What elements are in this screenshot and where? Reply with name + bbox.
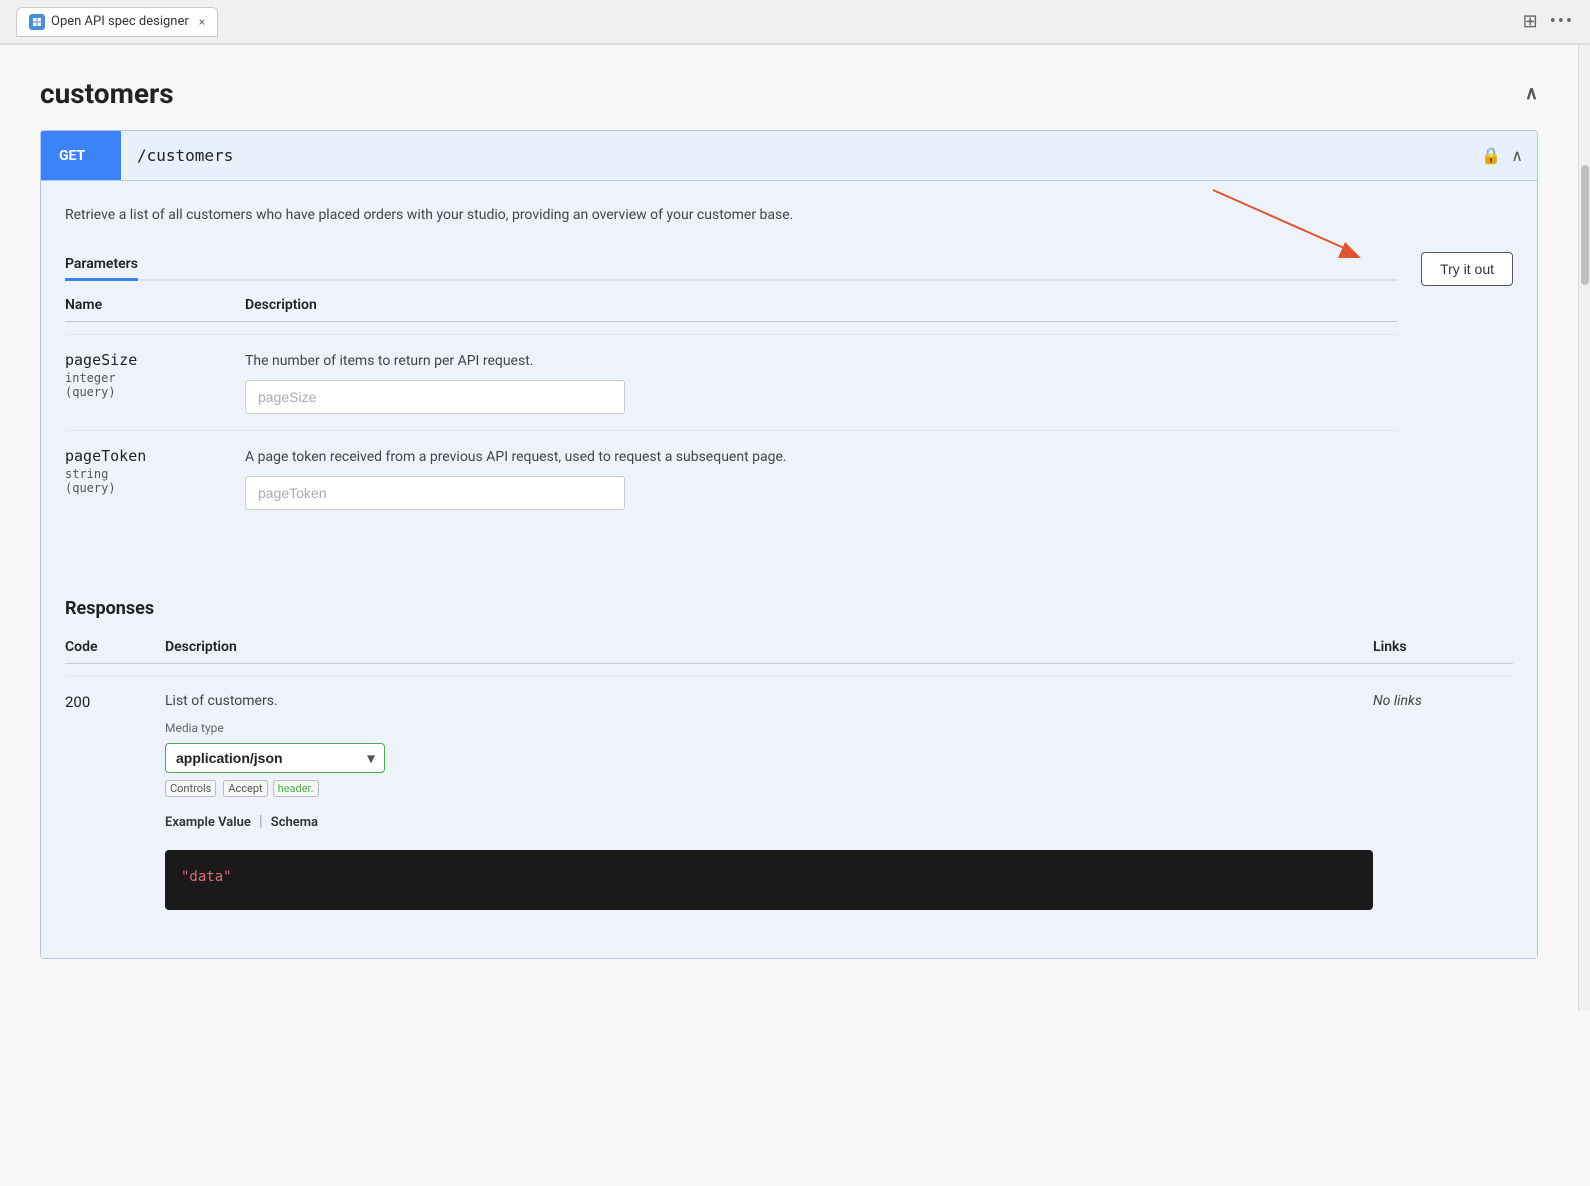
params-table: Name Description pageSize integer (query… bbox=[65, 297, 1397, 526]
endpoint-header: GET /customers 🔒 ∧ bbox=[41, 131, 1537, 181]
code-block: "data" bbox=[165, 850, 1373, 910]
browser-chrome: Open API spec designer × ⊞ ••• bbox=[0, 0, 1590, 44]
responses-title: Responses bbox=[65, 598, 1513, 619]
layout-icon[interactable]: ⊞ bbox=[1523, 11, 1538, 32]
endpoint-block: GET /customers 🔒 ∧ Retrieve a list of al… bbox=[40, 130, 1538, 959]
param-desc-col-pagesize: The number of items to return per API re… bbox=[245, 351, 1397, 414]
media-type-label: Media type bbox=[165, 721, 1373, 735]
param-location-pagesize: (query) bbox=[65, 385, 245, 399]
param-description-pagetoken: A page token received from a previous AP… bbox=[245, 447, 1397, 468]
params-header: Name Description bbox=[65, 297, 1397, 322]
scroll-container: customers ∧ GET /customers 🔒 ∧ Retrieve … bbox=[0, 45, 1590, 1011]
page-title-bar: customers ∧ bbox=[40, 77, 1538, 110]
responses-header-description: Description bbox=[165, 639, 1373, 655]
page-title: customers bbox=[40, 77, 174, 110]
header-text: header. bbox=[273, 780, 319, 797]
tab-icon bbox=[29, 14, 45, 30]
browser-actions: ⊞ ••• bbox=[1523, 11, 1574, 32]
tab-label: Open API spec designer bbox=[51, 14, 189, 29]
example-value-tabs: Example Value | Schema bbox=[165, 811, 1373, 834]
content-area: customers ∧ GET /customers 🔒 ∧ Retrieve … bbox=[0, 45, 1578, 1011]
response-code-200: 200 bbox=[65, 693, 165, 711]
try-it-out-button[interactable]: Try it out bbox=[1421, 252, 1513, 286]
param-type-pagetoken: string bbox=[65, 467, 245, 481]
responses-header-code: Code bbox=[65, 639, 165, 655]
param-description-pagesize: The number of items to return per API re… bbox=[245, 351, 1397, 372]
tab-close-button[interactable]: × bbox=[199, 15, 205, 29]
endpoint-path: /customers bbox=[121, 146, 1481, 165]
scrollbar-thumb[interactable] bbox=[1581, 165, 1589, 285]
controls-label: Controls bbox=[165, 780, 216, 797]
parameters-tab[interactable]: Parameters bbox=[65, 250, 138, 281]
try-it-area: Parameters Name Description bbox=[65, 250, 1513, 526]
param-row-pagetoken: pageToken string (query) A page token re… bbox=[65, 430, 1397, 526]
param-name-col-pagesize: pageSize integer (query) bbox=[65, 351, 245, 399]
response-links-200: No links bbox=[1373, 693, 1513, 709]
more-icon[interactable]: ••• bbox=[1550, 11, 1574, 32]
section-tabs: Parameters bbox=[65, 250, 1397, 281]
params-header-description: Description bbox=[245, 297, 1397, 313]
parameters-section: Parameters Name Description bbox=[65, 250, 1397, 526]
tab-divider: | bbox=[259, 811, 263, 834]
endpoint-description: Retrieve a list of all customers who hav… bbox=[65, 205, 1513, 226]
controls-text: Controls Accept header. bbox=[165, 781, 1373, 795]
param-name-col-pagetoken: pageToken string (query) bbox=[65, 447, 245, 495]
param-name-pagetoken: pageToken bbox=[65, 447, 245, 465]
param-name-pagesize: pageSize bbox=[65, 351, 245, 369]
endpoint-collapse-icon[interactable]: ∧ bbox=[1511, 146, 1523, 165]
endpoint-actions: 🔒 ∧ bbox=[1481, 146, 1537, 165]
schema-tab[interactable]: Schema bbox=[271, 811, 318, 834]
accept-badge: Accept bbox=[223, 780, 267, 797]
param-input-pagesize[interactable] bbox=[245, 380, 625, 414]
tab-bar: Open API spec designer × bbox=[16, 7, 218, 37]
lock-icon: 🔒 bbox=[1481, 146, 1501, 165]
page-collapse-icon[interactable]: ∧ bbox=[1525, 83, 1538, 104]
responses-header-links: Links bbox=[1373, 639, 1513, 655]
param-row-pagesize: pageSize integer (query) The number of i… bbox=[65, 334, 1397, 430]
try-it-container: Parameters Name Description bbox=[65, 250, 1513, 526]
code-content: "data" bbox=[181, 869, 232, 885]
param-type-pagesize: integer bbox=[65, 371, 245, 385]
responses-header: Code Description Links bbox=[65, 639, 1513, 664]
responses-section: Responses Code Description Links 200 bbox=[65, 598, 1513, 926]
param-input-pagetoken[interactable] bbox=[245, 476, 625, 510]
param-location-pagetoken: (query) bbox=[65, 481, 245, 495]
response-row-200: 200 List of customers. Media type applic… bbox=[65, 676, 1513, 926]
response-description-200: List of customers. bbox=[165, 693, 1373, 709]
example-value-tab[interactable]: Example Value bbox=[165, 811, 251, 834]
media-type-select-wrapper: application/json bbox=[165, 743, 385, 773]
responses-table: Code Description Links 200 List of custo… bbox=[65, 639, 1513, 926]
method-badge: GET bbox=[41, 131, 121, 180]
params-header-name: Name bbox=[65, 297, 245, 313]
media-type-select[interactable]: application/json bbox=[165, 743, 385, 773]
endpoint-body: Retrieve a list of all customers who hav… bbox=[41, 181, 1537, 958]
param-desc-col-pagetoken: A page token received from a previous AP… bbox=[245, 447, 1397, 510]
response-desc-col-200: List of customers. Media type applicatio… bbox=[165, 693, 1373, 910]
active-tab[interactable]: Open API spec designer × bbox=[16, 7, 218, 37]
scrollbar-track[interactable] bbox=[1578, 45, 1590, 1011]
